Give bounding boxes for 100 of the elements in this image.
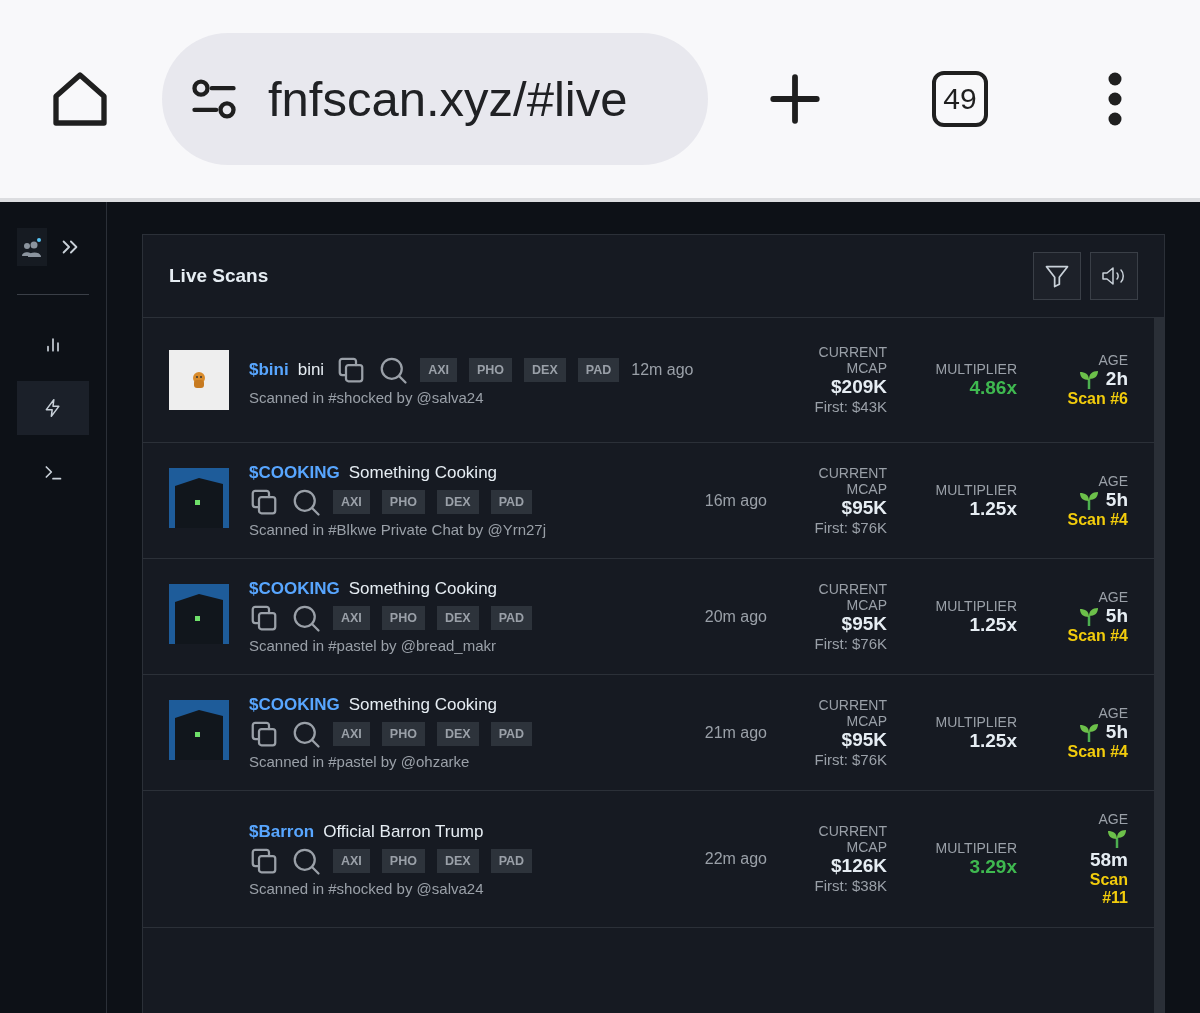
platform-tag[interactable]: AXI: [333, 722, 370, 746]
platform-tag[interactable]: PAD: [490, 848, 533, 873]
platform-tag[interactable]: PAD: [490, 490, 533, 514]
copy-icon[interactable]: [249, 603, 279, 633]
age-label: AGE: [1098, 588, 1128, 605]
platform-tag[interactable]: PAD: [490, 722, 533, 746]
platform-tag[interactable]: PHO: [381, 606, 425, 630]
sidebar-item[interactable]: [17, 381, 89, 435]
current-mcap: $95K: [841, 496, 887, 519]
address-bar[interactable]: fnfscan.xyz/#live: [162, 33, 708, 165]
mcap-label: CURRENT MCAP: [817, 823, 887, 855]
platform-tag[interactable]: DEX: [436, 722, 479, 746]
multiplier-label: MULTIPLIER: [935, 481, 1017, 498]
multiplier-label: MULTIPLIER: [935, 361, 1017, 377]
sprout-icon: [1106, 827, 1128, 849]
token-ticker[interactable]: $Barron: [249, 821, 315, 842]
token-name: Official Barron Trump: [323, 821, 484, 842]
platform-tag[interactable]: PAD: [490, 606, 533, 630]
platform-tag[interactable]: AXI: [333, 490, 370, 514]
scan-count: Scan #6: [1066, 390, 1128, 408]
sprout-icon: [1077, 368, 1100, 390]
mcap-label: CURRENT MCAP: [817, 696, 887, 729]
search-icon[interactable]: [291, 719, 321, 749]
building-thumbnail: [169, 584, 229, 644]
multiplier-label: MULTIPLIER: [935, 713, 1017, 730]
more-icon[interactable]: [1108, 72, 1122, 126]
sound-button[interactable]: [1090, 252, 1138, 300]
mcap-label: CURRENT MCAP: [817, 344, 887, 376]
multiplier-value: 4.86x: [969, 377, 1017, 399]
tab-count-button[interactable]: 49: [932, 71, 988, 127]
first-mcap: First: $76K: [814, 634, 887, 653]
platform-tag[interactable]: AXI: [420, 357, 457, 382]
platform-tag[interactable]: DEX: [524, 357, 566, 382]
first-mcap: First: $38K: [814, 877, 887, 895]
platform-tag[interactable]: PAD: [577, 357, 620, 382]
panel-title: Live Scans: [169, 265, 270, 287]
scan-time: 12m ago: [631, 360, 694, 379]
multiplier-value: 1.25x: [969, 497, 1017, 520]
token-ticker[interactable]: $COOKING: [249, 463, 340, 483]
current-mcap: $126K: [831, 855, 887, 877]
scan-time: 21m ago: [704, 723, 767, 741]
token-ticker[interactable]: $bini: [249, 359, 289, 380]
platform-tag[interactable]: DEX: [436, 490, 479, 514]
mcap-label: CURRENT MCAP: [817, 580, 887, 613]
search-icon[interactable]: [291, 603, 321, 633]
scan-time: 16m ago: [704, 491, 767, 509]
platform-tag[interactable]: PHO: [381, 490, 425, 514]
token-age: 58m: [1089, 849, 1128, 871]
url-text: fnfscan.xyz/#live: [268, 71, 628, 127]
current-mcap: $95K: [841, 728, 887, 751]
bolt-icon: [43, 398, 63, 418]
token-name: bini: [297, 359, 325, 380]
current-mcap: $209K: [831, 376, 887, 398]
token-age: 2h: [1105, 368, 1128, 390]
token-name: Something Cooking: [348, 463, 498, 483]
building-thumbnail: [169, 700, 229, 760]
scan-source: Scanned in #pastel by @bread_makr: [249, 637, 498, 654]
platform-tag[interactable]: PHO: [469, 357, 513, 382]
mcap-label: CURRENT MCAP: [817, 464, 887, 497]
token-age: 5h: [1105, 604, 1128, 627]
current-mcap: $95K: [841, 612, 887, 635]
first-mcap: First: $43K: [814, 398, 887, 416]
multiplier-label: MULTIPLIER: [935, 597, 1017, 614]
scan-count: Scan #4: [1066, 742, 1128, 761]
copy-icon[interactable]: [249, 719, 279, 749]
scrollbar[interactable]: [1154, 318, 1164, 1013]
scan-source: Scanned in #Blkwe Private Chat by @Yrn27j: [249, 521, 548, 538]
platform-tag[interactable]: DEX: [436, 848, 479, 873]
scan-source: Scanned in #shocked by @salva24: [249, 388, 485, 406]
multiplier-value: 1.25x: [969, 613, 1017, 636]
filter-button[interactable]: [1033, 252, 1081, 300]
first-mcap: First: $76K: [814, 750, 887, 769]
copy-icon[interactable]: [249, 487, 279, 517]
scan-count: Scan #4: [1066, 510, 1128, 529]
platform-tag[interactable]: DEX: [436, 606, 479, 630]
scan-time: 22m ago: [704, 850, 767, 867]
age-label: AGE: [1098, 352, 1128, 368]
token-ticker[interactable]: $COOKING: [249, 579, 340, 599]
token-age: 5h: [1105, 720, 1128, 743]
scan-count: Scan #11: [1088, 871, 1128, 907]
token-ticker[interactable]: $COOKING: [249, 695, 340, 715]
token-age: 5h: [1105, 488, 1128, 511]
multiplier-label: MULTIPLIER: [935, 840, 1017, 856]
token-name: Something Cooking: [348, 695, 498, 715]
scan-source: Scanned in #shocked by @salva24: [249, 879, 485, 897]
users-logo-icon[interactable]: [17, 228, 47, 266]
first-mcap: First: $76K: [814, 518, 887, 537]
platform-tag[interactable]: AXI: [333, 848, 370, 873]
age-label: AGE: [1098, 704, 1128, 721]
scan-count: Scan #4: [1066, 626, 1128, 645]
scan-time: 20m ago: [704, 607, 767, 625]
age-label: AGE: [1098, 472, 1128, 489]
search-icon[interactable]: [291, 487, 321, 517]
platform-tag[interactable]: PHO: [381, 722, 425, 746]
multiplier-value: 1.25x: [969, 729, 1017, 752]
platform-tag[interactable]: PHO: [381, 848, 425, 873]
scan-source: Scanned in #pastel by @ohzarke: [249, 753, 471, 770]
building-thumbnail: [169, 468, 229, 528]
platform-tag[interactable]: AXI: [333, 606, 370, 630]
multiplier-value: 3.29x: [969, 856, 1017, 878]
